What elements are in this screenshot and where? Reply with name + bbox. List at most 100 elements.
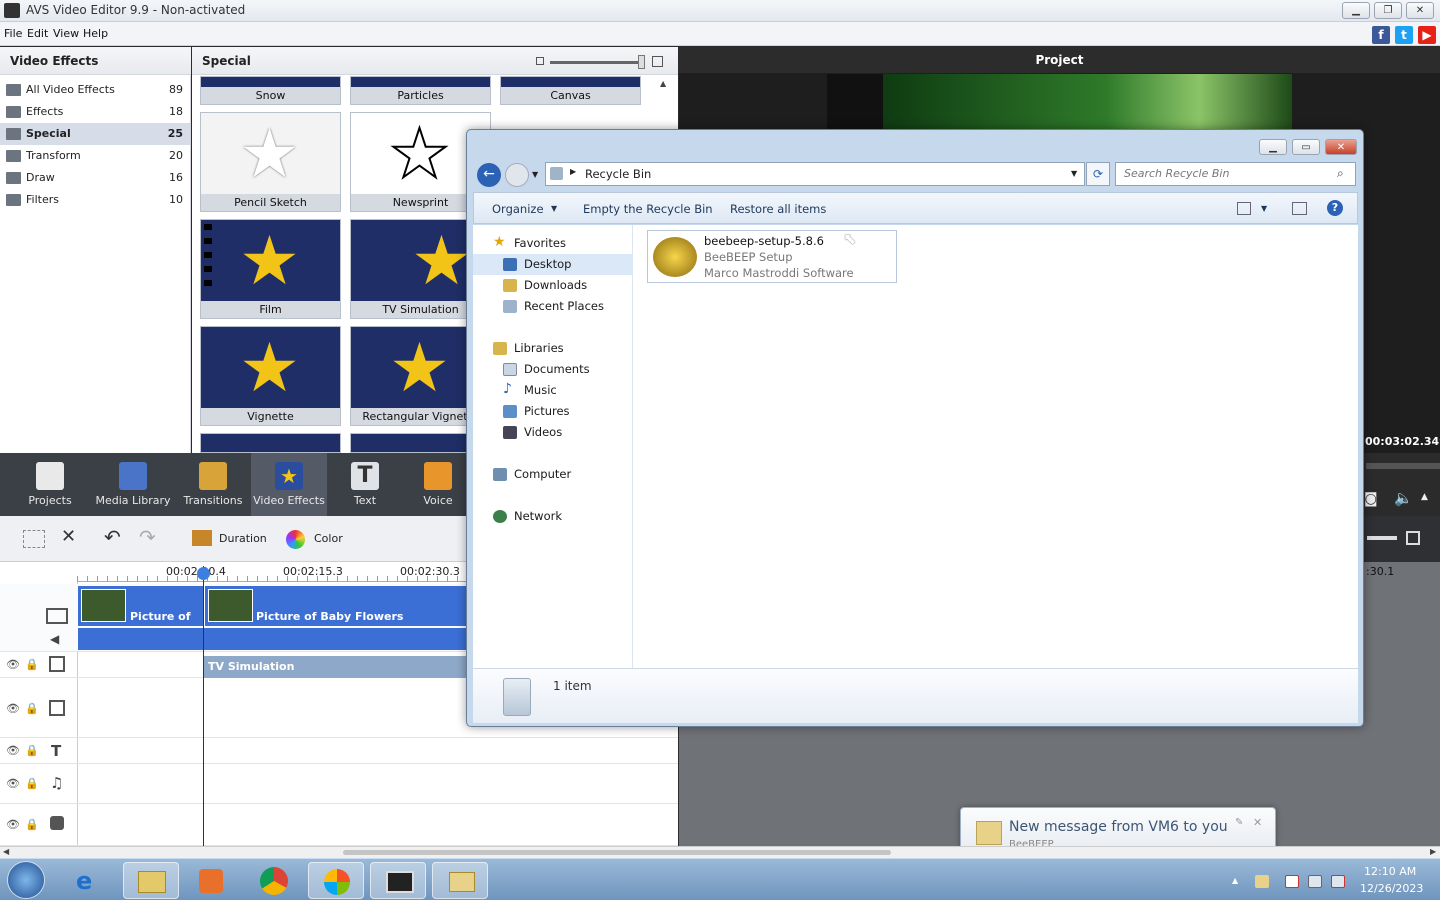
playhead-handle[interactable]	[197, 567, 210, 580]
scroll-left-icon[interactable]: ◀	[3, 847, 9, 856]
taskbar-chrome[interactable]	[246, 862, 302, 899]
scroll-up-icon[interactable]: ▲	[660, 79, 666, 88]
lock-icon[interactable]: 🔒	[25, 818, 39, 831]
category-filters[interactable]: Filters 10	[0, 189, 190, 211]
menu-file[interactable]: File	[4, 27, 22, 40]
action-center-icon[interactable]	[1285, 875, 1299, 888]
twitter-icon[interactable]: t	[1395, 26, 1413, 44]
projects-button[interactable]: Projects	[12, 453, 88, 516]
search-icon[interactable]: ⌕	[1337, 166, 1344, 181]
organize-dropdown-icon[interactable]: ▼	[551, 204, 557, 213]
scroll-right-icon[interactable]: ▶	[1430, 847, 1436, 856]
minimize-button[interactable]: ▁	[1342, 2, 1370, 19]
category-special[interactable]: Special 25	[0, 123, 190, 145]
beebeep-tray-icon[interactable]	[1255, 875, 1269, 888]
effect-tile-partial[interactable]	[200, 433, 341, 453]
media-library-button[interactable]: Media Library	[95, 453, 171, 516]
help-icon[interactable]: ?	[1327, 200, 1343, 216]
color-label[interactable]: Color	[314, 532, 343, 545]
nav-recent-places[interactable]: Recent Places	[473, 296, 633, 317]
nav-pictures[interactable]: Pictures	[473, 401, 633, 422]
back-icon[interactable]: ←	[477, 163, 501, 187]
taskbar-avs-video-editor[interactable]	[370, 862, 426, 899]
organize-button[interactable]: Organize	[492, 202, 544, 216]
effect-tile-particles[interactable]: Particles	[350, 76, 491, 105]
menu-view[interactable]: View	[53, 27, 79, 40]
visibility-eye-icon[interactable]: 👁	[6, 702, 20, 715]
voice-button[interactable]: Voice	[400, 453, 476, 516]
youtube-icon[interactable]: ▶	[1418, 26, 1436, 44]
audio-mute-icon[interactable]: ◀	[50, 632, 59, 646]
refresh-icon[interactable]: ⟳	[1086, 162, 1110, 186]
clock-date[interactable]: 12/26/2023	[1360, 882, 1423, 895]
zoom-small-icon[interactable]	[536, 57, 544, 65]
menu-edit[interactable]: Edit	[27, 27, 48, 40]
volume-muted-icon[interactable]	[1331, 875, 1345, 888]
nav-computer[interactable]: Computer	[473, 464, 633, 485]
clip-picture-baby-flowers[interactable]: Picture of Baby Flowers	[205, 586, 466, 626]
maximize-button[interactable]: ❐	[1374, 2, 1402, 19]
network-tray-icon[interactable]	[1308, 875, 1322, 888]
breadcrumb-chevron-icon[interactable]: ▶	[570, 167, 576, 176]
empty-recycle-bin-button[interactable]: Empty the Recycle Bin	[583, 202, 713, 216]
search-input[interactable]: Search Recycle Bin	[1115, 162, 1356, 186]
taskbar-media-player[interactable]	[183, 862, 239, 899]
visibility-eye-icon[interactable]: 👁	[6, 777, 20, 790]
fit-icon[interactable]	[1406, 531, 1420, 545]
category-effects[interactable]: Effects 18	[0, 101, 190, 123]
effect-tile-vignette[interactable]: ★ Vignette	[200, 326, 341, 426]
nav-network[interactable]: Network	[473, 506, 633, 527]
duration-icon[interactable]	[192, 530, 212, 546]
clip-picture-1[interactable]: Picture of ...	[78, 586, 203, 636]
seek-bar[interactable]	[1366, 463, 1440, 469]
category-transform[interactable]: Transform 20	[0, 145, 190, 167]
file-item-beebeep-setup[interactable]: beebeep-setup-5.8.6 BeeBEEP Setup Marco …	[647, 230, 897, 283]
lock-icon[interactable]: 🔒	[25, 777, 39, 790]
effect-clip-tv-simulation[interactable]: TV Simulation	[204, 656, 466, 678]
taskbar-windows-app[interactable]	[308, 862, 364, 899]
recent-pages-icon[interactable]: ▼	[532, 170, 538, 179]
slider-thumb[interactable]	[638, 55, 645, 69]
redo-icon[interactable]: ↷	[139, 525, 156, 549]
taskbar-file-explorer[interactable]	[123, 862, 179, 899]
forward-icon[interactable]	[505, 163, 529, 187]
pin-icon[interactable]: ✎	[1235, 817, 1243, 828]
effect-tile-film[interactable]: ★ Film	[200, 219, 341, 319]
scroll-thumb[interactable]	[343, 850, 891, 855]
category-draw[interactable]: Draw 16	[0, 167, 190, 189]
change-view-icon[interactable]	[1237, 202, 1251, 215]
category-all-video-effects[interactable]: All Video Effects 89	[0, 79, 190, 101]
taskbar-beebeep[interactable]	[432, 862, 488, 899]
transitions-button[interactable]: Transitions	[175, 453, 251, 516]
view-dropdown-icon[interactable]: ▼	[1261, 204, 1267, 213]
thumbnail-size-slider[interactable]	[550, 61, 642, 64]
facebook-icon[interactable]: f	[1372, 26, 1390, 44]
effect-tile-canvas[interactable]: Canvas	[500, 76, 641, 105]
nav-music[interactable]: ♪ Music	[473, 380, 633, 401]
nav-favorites[interactable]: ★ Favorites	[473, 233, 633, 254]
nav-documents[interactable]: Documents	[473, 359, 633, 380]
restore-all-items-button[interactable]: Restore all items	[730, 202, 826, 216]
volume-icon[interactable]: 🔈	[1394, 489, 1413, 507]
effect-tile-pencil-sketch[interactable]: ★ Pencil Sketch	[200, 112, 341, 212]
explorer-minimize-button[interactable]: ▁	[1259, 139, 1287, 155]
effect-tile-snow[interactable]: Snow	[200, 76, 341, 105]
color-icon[interactable]	[286, 530, 305, 549]
explorer-close-button[interactable]: ✕	[1325, 139, 1357, 155]
lock-icon[interactable]: 🔒	[25, 658, 39, 671]
nav-downloads[interactable]: Downloads	[473, 275, 633, 296]
address-dropdown-icon[interactable]: ▼	[1071, 169, 1077, 178]
horizontal-scrollbar[interactable]: ◀ ▶	[0, 846, 1440, 858]
breadcrumb-recycle-bin[interactable]: Recycle Bin	[585, 167, 651, 181]
nav-videos[interactable]: Videos	[473, 422, 633, 443]
menu-help[interactable]: Help	[83, 27, 108, 40]
nav-libraries[interactable]: Libraries	[473, 338, 633, 359]
expand-up-icon[interactable]: ▲	[1421, 492, 1428, 502]
lock-icon[interactable]: 🔒	[25, 744, 39, 757]
windows-start-icon[interactable]	[7, 861, 45, 899]
visibility-eye-icon[interactable]: 👁	[6, 658, 20, 671]
preview-pane-icon[interactable]	[1292, 202, 1307, 215]
zoom-large-icon[interactable]	[652, 56, 663, 67]
clock-time[interactable]: 12:10 AM	[1364, 865, 1416, 878]
lock-icon[interactable]: 🔒	[25, 702, 39, 715]
